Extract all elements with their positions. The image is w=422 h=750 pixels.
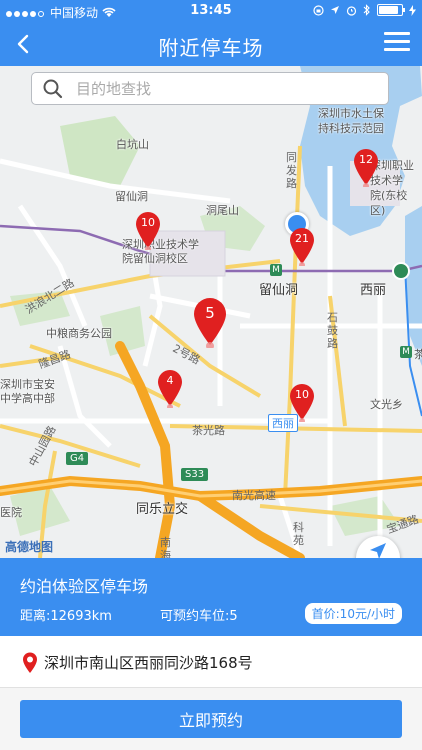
marker-count: 10 (295, 388, 309, 401)
marker-count: 21 (295, 232, 309, 245)
road-label-kehuan: 科苑 (293, 521, 304, 547)
page-title: 附近停车场 (158, 36, 264, 60)
map-label-baoan-school: 深圳市宝安 中学高中部 (0, 378, 55, 405)
metro-station-icon: M (400, 346, 412, 358)
road-label-nanhai: 南海 (160, 536, 171, 558)
map-label-cha: 茶 (414, 348, 422, 361)
search-box[interactable] (31, 72, 389, 105)
badge-g4: G4 (66, 452, 89, 465)
charging-icon (409, 4, 416, 16)
status-bar: 中国移动 13:45 (0, 0, 422, 22)
map-label-liuxiandong-area: 留仙洞 (115, 190, 148, 203)
search-input[interactable] (74, 78, 378, 99)
marker-count: 5 (205, 304, 215, 322)
parking-info-panel[interactable]: 约泊体验区停车场 距离:12693km 可预约车位:5 首价:10元/小时 (0, 558, 422, 636)
nav-bar: 附近停车场 (0, 22, 422, 66)
book-area: 立即预约 (0, 688, 422, 750)
map-label-xili-station: 西丽 (360, 283, 387, 298)
parking-address: 深圳市南山区西丽同沙路168号 (44, 654, 253, 672)
marker-count: 12 (359, 153, 373, 166)
metro-transfer-icon (392, 262, 410, 280)
parking-marker[interactable]: 4 (156, 368, 184, 410)
map-view[interactable]: 深圳市水土保 持科技示范园 白坑山 留仙洞 洞尾山 深圳职业技术学 院留仙洞校区… (0, 66, 422, 558)
marker-count: 10 (141, 216, 155, 229)
map-label-dongweishan: 洞尾山 (206, 204, 239, 217)
bluetooth-icon (363, 4, 370, 16)
metro-station-icon: M (270, 264, 282, 276)
badge-s33: S33 (181, 468, 209, 481)
battery-icon (377, 4, 405, 16)
marker-count: 4 (166, 374, 174, 387)
parking-marker[interactable]: 10 (134, 210, 162, 252)
status-right (313, 4, 416, 16)
map-label-hospital: 医院 (0, 506, 22, 519)
location-pin-icon (23, 652, 37, 673)
map-label-shuituo: 深圳市水土保 持科技示范园 (318, 107, 384, 135)
address-row: 深圳市南山区西丽同沙路168号 (0, 636, 422, 688)
menu-button[interactable] (384, 32, 410, 56)
hamburger-menu-icon (384, 40, 410, 43)
navigation-arrow-icon (370, 543, 386, 558)
parking-marker[interactable]: 10 (288, 382, 316, 424)
map-label-wenguang: 文光乡 (370, 398, 403, 411)
location-arrow-icon (331, 6, 339, 14)
search-icon (43, 79, 63, 98)
lock-rotation-icon (313, 4, 324, 16)
parking-distance: 距离:12693km (20, 609, 112, 624)
battery-level (379, 6, 398, 14)
book-now-button[interactable]: 立即预约 (20, 700, 402, 738)
map-label-liuxiandong-station: 留仙洞 (259, 283, 299, 298)
hamburger-menu-icon (384, 48, 410, 51)
navigate-button[interactable]: 导航 (356, 536, 400, 558)
road-label-chaguang: 茶光路 (192, 424, 225, 437)
parking-marker-selected[interactable]: 5 (192, 296, 228, 350)
parking-marker[interactable]: 12 (352, 147, 380, 189)
alarm-icon (346, 5, 357, 16)
road-label-nanguang: 南光高速 (232, 489, 276, 502)
parking-marker[interactable]: 21 (288, 226, 316, 268)
parking-price-badge: 首价:10元/小时 (304, 603, 402, 624)
parking-available-spots: 可预约车位:5 (160, 609, 238, 624)
road-label-tongfa: 同发路 (286, 151, 297, 190)
hamburger-menu-icon (384, 32, 410, 35)
map-provider-logo: 高德地图 (5, 540, 54, 554)
map-label-tongle: 同乐立交 (136, 502, 189, 517)
road-label-shigu: 石鼓路 (327, 311, 338, 350)
map-label-baikengshan: 白坑山 (116, 138, 149, 151)
map-label-zhongliang: 中粮商务公园 (46, 327, 112, 340)
parking-name: 约泊体验区停车场 (20, 577, 149, 596)
